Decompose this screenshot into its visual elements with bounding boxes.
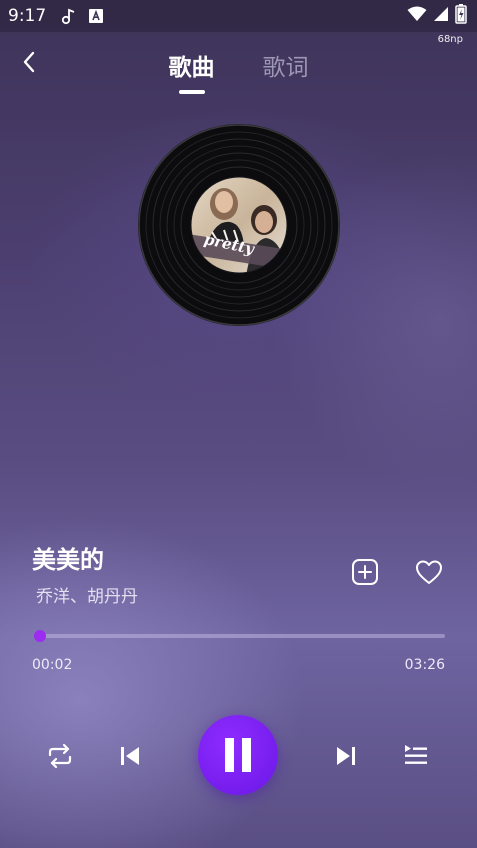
song-artist: 乔洋、胡丹丹 (36, 587, 138, 607)
skip-next-icon (337, 747, 355, 765)
tab-bar: 歌曲 歌词 (0, 48, 477, 94)
tab-indicator (178, 90, 205, 94)
tab-lyrics-label: 歌词 (262, 55, 309, 81)
status-time: 9:17 (8, 6, 47, 26)
next-button[interactable] (330, 740, 362, 772)
music-note-icon (60, 7, 78, 25)
previous-button[interactable] (114, 740, 146, 772)
playlist-button[interactable] (400, 740, 432, 772)
skip-previous-icon (121, 747, 139, 765)
add-box-icon (352, 559, 378, 585)
pause-icon (225, 738, 251, 772)
pause-button[interactable] (198, 715, 278, 795)
heart-icon (416, 560, 442, 584)
tab-songs-label: 歌曲 (168, 55, 215, 81)
tab-songs[interactable]: 歌曲 (168, 48, 215, 94)
vinyl-record: pretty (138, 124, 340, 326)
progress-thumb[interactable] (33, 630, 46, 642)
time-current: 00:02 (32, 657, 73, 673)
signal-icon (433, 6, 449, 26)
song-title: 美美的 (32, 546, 104, 574)
battery-icon (455, 4, 467, 28)
add-to-playlist-button[interactable] (350, 557, 380, 587)
time-total: 03:26 (404, 657, 445, 673)
progress-bar[interactable] (33, 630, 445, 642)
status-bar: 9:17 (0, 0, 477, 32)
wifi-icon (407, 6, 427, 26)
repeat-icon (48, 743, 72, 769)
playlist-icon (405, 745, 427, 764)
like-button[interactable] (414, 557, 444, 587)
tab-lyrics[interactable]: 歌词 (263, 48, 309, 82)
a-box-icon (88, 8, 104, 24)
repeat-button[interactable] (44, 740, 76, 772)
header: 歌曲 歌词 (0, 40, 477, 94)
